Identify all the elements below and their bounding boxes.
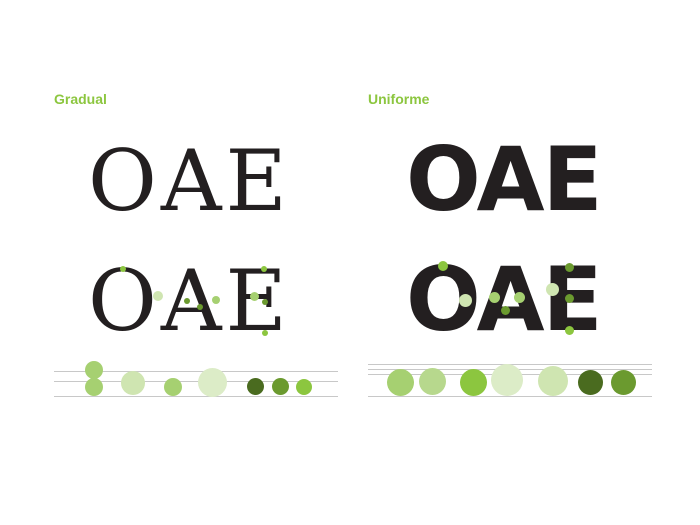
swatch-dot bbox=[611, 370, 636, 395]
marker-dot bbox=[565, 294, 574, 303]
swatch-dot bbox=[460, 369, 487, 396]
swatch-dot bbox=[296, 379, 312, 395]
marker-dot bbox=[212, 296, 220, 304]
swatch-dot bbox=[419, 368, 446, 395]
swatch-dot bbox=[247, 378, 264, 395]
uniforme-title: Uniforme bbox=[368, 91, 430, 107]
marker-dot bbox=[261, 266, 267, 272]
marker-dot bbox=[120, 266, 126, 272]
marker-dot bbox=[565, 263, 574, 272]
swatch-dot bbox=[387, 369, 414, 396]
gradual-title: Gradual bbox=[54, 91, 107, 107]
marker-dot bbox=[565, 326, 574, 335]
marker-dot bbox=[250, 292, 259, 301]
marker-dot bbox=[262, 330, 268, 336]
marker-dot bbox=[514, 292, 525, 303]
marker-dot bbox=[262, 299, 268, 305]
swatch-dot bbox=[538, 366, 568, 396]
swatch-dot bbox=[85, 361, 103, 379]
marker-dot bbox=[153, 291, 163, 301]
swatch-dot bbox=[578, 370, 603, 395]
uniforme-panel: Uniforme OAE OAE bbox=[350, 0, 700, 525]
gradual-word-top: OAE bbox=[88, 132, 291, 230]
swatch-dot bbox=[164, 378, 182, 396]
swatch-dot bbox=[198, 368, 227, 397]
guide-line bbox=[368, 396, 652, 397]
marker-dot bbox=[184, 298, 190, 304]
marker-dot bbox=[546, 283, 559, 296]
swatch-dot bbox=[491, 364, 523, 396]
gradual-panel: Gradual OAE OAE bbox=[0, 0, 350, 525]
marker-dot bbox=[197, 304, 203, 310]
guide-line bbox=[54, 396, 338, 397]
swatch-dot bbox=[85, 378, 103, 396]
marker-dot bbox=[438, 261, 448, 271]
uniforme-word-top: OAE bbox=[406, 128, 603, 231]
marker-dot bbox=[501, 306, 510, 315]
marker-dot bbox=[459, 294, 472, 307]
swatch-dot bbox=[272, 378, 289, 395]
swatch-dot bbox=[121, 371, 145, 395]
marker-dot bbox=[489, 292, 500, 303]
